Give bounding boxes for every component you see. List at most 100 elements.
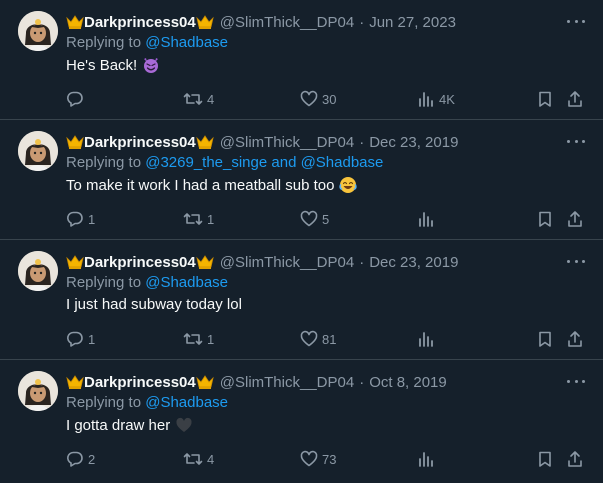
tweet-actions: 1 1 5 <box>0 207 603 231</box>
tweet[interactable]: Darkprincess04 @SlimThick__DP04 · Oct 8,… <box>0 360 603 483</box>
like-button[interactable]: 81 <box>300 327 336 351</box>
reply-count: 1 <box>88 211 96 227</box>
crown-icon <box>66 254 84 270</box>
bookmark-button[interactable] <box>536 87 554 111</box>
share-icon <box>566 210 584 228</box>
views-button[interactable] <box>417 447 439 471</box>
reply-icon <box>66 210 84 228</box>
display-name[interactable]: Darkprincess04 <box>84 134 196 151</box>
share-button[interactable] <box>566 87 584 111</box>
bookmark-icon <box>536 330 554 348</box>
reply-count: 1 <box>88 331 96 347</box>
share-button[interactable] <box>566 327 584 351</box>
retweet-button[interactable]: 4 <box>183 447 214 471</box>
reply-button[interactable]: 1 <box>66 207 95 231</box>
user-handle[interactable]: @SlimThick__DP04 <box>220 134 354 151</box>
user-handle[interactable]: @SlimThick__DP04 <box>220 14 354 31</box>
user-handle[interactable]: @SlimThick__DP04 <box>220 374 354 391</box>
retweet-button[interactable]: 1 <box>183 207 214 231</box>
avatar[interactable] <box>18 371 58 411</box>
share-icon <box>566 450 584 468</box>
tweet-text: I gotta draw her <box>66 416 193 434</box>
mention-link[interactable]: @Shadbase <box>145 394 228 411</box>
display-name[interactable]: Darkprincess04 <box>84 14 196 31</box>
reply-icon <box>66 450 84 468</box>
like-count: 73 <box>322 451 337 467</box>
retweet-icon <box>183 210 203 228</box>
retweet-count: 1 <box>207 331 215 347</box>
like-button[interactable]: 30 <box>300 87 336 111</box>
retweet-count: 4 <box>207 91 215 107</box>
replying-to-label: Replying to <box>66 34 146 51</box>
crown-icon <box>196 134 214 150</box>
heart-icon <box>300 90 318 108</box>
display-name[interactable]: Darkprincess04 <box>84 254 196 271</box>
mention-link[interactable]: @Shadbase <box>145 34 228 51</box>
retweet-button[interactable]: 1 <box>183 327 214 351</box>
reply-button[interactable]: 2 <box>66 447 95 471</box>
tweet-text-content: I just had subway today lol <box>66 296 242 313</box>
tweet[interactable]: Darkprincess04 @SlimThick__DP04 · Dec 23… <box>0 120 603 240</box>
separator-dot: · <box>359 133 365 151</box>
reply-button[interactable] <box>66 87 88 111</box>
display-name[interactable]: Darkprincess04 <box>84 374 196 391</box>
tweet[interactable]: Darkprincess04 @SlimThick__DP04 · Jun 27… <box>0 0 603 120</box>
tweet-text-content: I gotta draw her <box>66 416 171 434</box>
tweet-text-content: He's Back! <box>66 56 138 74</box>
more-options-icon[interactable] <box>567 254 585 268</box>
views-button[interactable] <box>417 207 439 231</box>
tweet-date[interactable]: Oct 8, 2019 <box>369 374 447 391</box>
heart-icon <box>300 330 318 348</box>
tweet-date[interactable]: Dec 23, 2019 <box>369 254 458 271</box>
reply-button[interactable]: 1 <box>66 327 95 351</box>
tweet-header: Darkprincess04 @SlimThick__DP04 · Dec 23… <box>66 252 458 272</box>
separator-dot: · <box>359 373 365 391</box>
views-button[interactable]: 4K <box>417 87 455 111</box>
replying-to: Replying to @3269_the_singe and @Shadbas… <box>66 154 383 171</box>
replying-to: Replying to @Shadbase <box>66 34 228 51</box>
more-options-icon[interactable] <box>567 14 585 28</box>
views-button[interactable] <box>417 327 439 351</box>
replying-to: Replying to @Shadbase <box>66 394 228 411</box>
replying-to-label: Replying to <box>66 394 146 411</box>
views-icon <box>417 450 435 468</box>
crown-icon <box>66 134 84 150</box>
like-button[interactable]: 5 <box>300 207 329 231</box>
more-options-icon[interactable] <box>567 134 585 148</box>
avatar[interactable] <box>18 131 58 171</box>
retweet-icon <box>183 450 203 468</box>
replying-to-label: Replying to <box>66 154 146 171</box>
tweet-date[interactable]: Jun 27, 2023 <box>369 14 456 31</box>
like-button[interactable]: 73 <box>300 447 336 471</box>
user-handle[interactable]: @SlimThick__DP04 <box>220 254 354 271</box>
reply-feed: Darkprincess04 @SlimThick__DP04 · Jun 27… <box>0 0 603 483</box>
share-icon <box>566 90 584 108</box>
more-options-icon[interactable] <box>567 374 585 388</box>
replying-to: Replying to @Shadbase <box>66 274 228 291</box>
tweet-actions: 4 30 4K <box>0 87 603 111</box>
bookmark-button[interactable] <box>536 327 554 351</box>
replying-to-label: Replying to <box>66 274 146 291</box>
tweet[interactable]: Darkprincess04 @SlimThick__DP04 · Dec 23… <box>0 240 603 360</box>
crown-icon <box>196 254 214 270</box>
tweet-date[interactable]: Dec 23, 2019 <box>369 134 458 151</box>
views-icon <box>417 210 435 228</box>
avatar[interactable] <box>18 11 58 51</box>
tweet-header: Darkprincess04 @SlimThick__DP04 · Dec 23… <box>66 132 458 152</box>
bookmark-button[interactable] <box>536 207 554 231</box>
tweet-text: I just had subway today lol <box>66 296 242 313</box>
views-icon <box>417 330 435 348</box>
mention-link[interactable]: @3269_the_singe and @Shadbase <box>145 154 383 171</box>
retweet-count: 1 <box>207 211 215 227</box>
crown-icon <box>196 14 214 30</box>
share-button[interactable] <box>566 447 584 471</box>
bookmark-button[interactable] <box>536 447 554 471</box>
share-button[interactable] <box>566 207 584 231</box>
crown-icon <box>196 374 214 390</box>
tweet-actions: 2 4 73 <box>0 447 603 471</box>
joy-emoji-icon <box>339 176 358 194</box>
mention-link[interactable]: @Shadbase <box>145 274 228 291</box>
retweet-button[interactable]: 4 <box>183 87 214 111</box>
avatar[interactable] <box>18 251 58 291</box>
share-icon <box>566 330 584 348</box>
